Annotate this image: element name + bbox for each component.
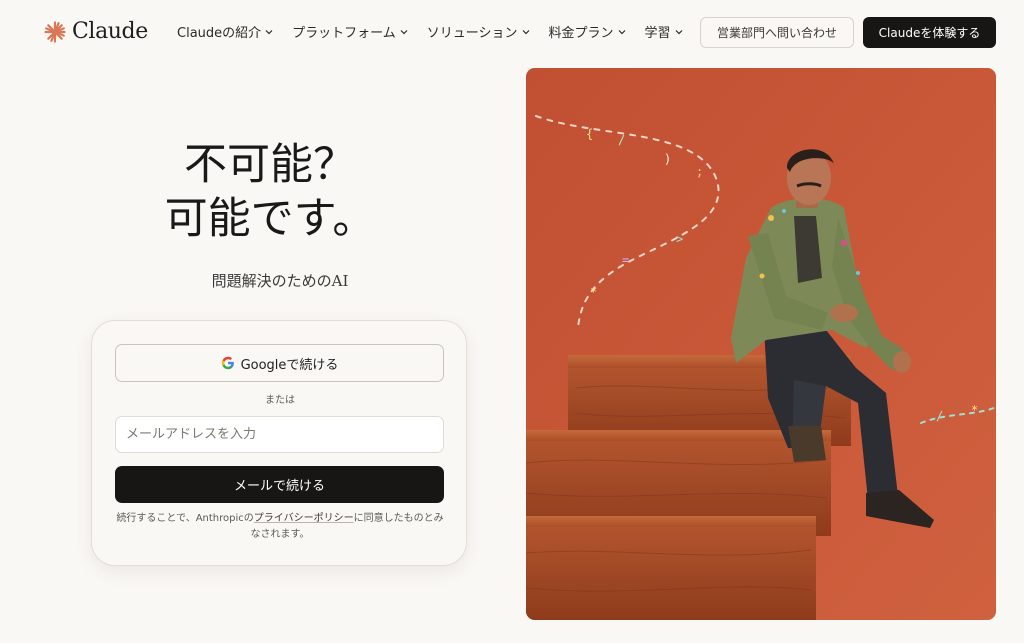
menu-item-label: プラットフォーム [292, 26, 396, 41]
chevron-down-icon [400, 29, 408, 34]
claude-logo[interactable]: Claude [44, 19, 148, 44]
hero-headline: 不可能？ 可能です。 [120, 138, 420, 246]
headline-line-1: 不可能？ [184, 140, 356, 190]
hero-image: { / ) ; > = * / * [526, 68, 996, 620]
brand-name: Claude [72, 19, 148, 44]
svg-text:>: > [676, 232, 683, 246]
menu-item-label: 料金プラン [548, 26, 614, 41]
top-navigation: Claude Claudeの紹介 プラットフォーム ソリューション 料金プラン … [0, 0, 1024, 64]
or-divider: または [265, 395, 295, 406]
svg-text:*: * [590, 285, 597, 299]
login-card: Googleで続ける または メールで続ける 続行することで、Anthropic… [91, 320, 467, 566]
menu-item-label: Claudeの紹介 [177, 26, 262, 41]
svg-text:;: ; [696, 165, 703, 179]
hero-illustration: { / ) ; > = * / * [526, 68, 996, 620]
menu-item-platform[interactable]: プラットフォーム [292, 22, 409, 41]
menu-item-solutions[interactable]: ソリューション [427, 22, 531, 41]
svg-text:{: { [586, 127, 593, 141]
main-menu: Claudeの紹介 プラットフォーム ソリューション 料金プラン 学習 [177, 22, 684, 41]
try-claude-button[interactable]: Claudeを体験する [863, 17, 996, 48]
chevron-down-icon [522, 29, 529, 34]
menu-item-label: 学習 [644, 26, 671, 41]
menu-item-about[interactable]: Claudeの紹介 [177, 22, 274, 41]
google-g-icon [221, 356, 234, 370]
svg-text:*: * [971, 403, 978, 417]
email-continue-button[interactable]: メールで続ける [115, 466, 444, 503]
chevron-down-icon [675, 29, 682, 34]
email-input[interactable] [115, 416, 444, 453]
claude-sunburst-icon [44, 20, 66, 43]
contact-sales-button[interactable]: 営業部門へ問い合わせ [700, 17, 854, 48]
chevron-down-icon [265, 29, 273, 34]
legal-notice: 続行することで、Anthropicのプライバシーポリシーに同意したものとみなされ… [112, 511, 448, 543]
privacy-policy-link[interactable]: プライバシーポリシー [254, 513, 354, 524]
chevron-down-icon [618, 29, 625, 34]
google-continue-button[interactable]: Googleで続ける [115, 344, 444, 382]
google-button-label: Googleで続ける [240, 357, 339, 373]
svg-text:/: / [936, 409, 943, 423]
legal-prefix: 続行することで、Anthropicの [116, 513, 254, 524]
hero-subheadline: 問題解決のためのAI [211, 272, 349, 290]
menu-item-pricing[interactable]: 料金プラン [549, 22, 627, 41]
svg-text:): ) [664, 152, 671, 166]
svg-text:=: = [622, 253, 629, 267]
svg-text:/: / [618, 133, 625, 147]
menu-item-label: ソリューション [426, 26, 518, 41]
menu-item-learn[interactable]: 学習 [645, 22, 684, 41]
headline-line-2: 可能です。 [164, 194, 376, 244]
